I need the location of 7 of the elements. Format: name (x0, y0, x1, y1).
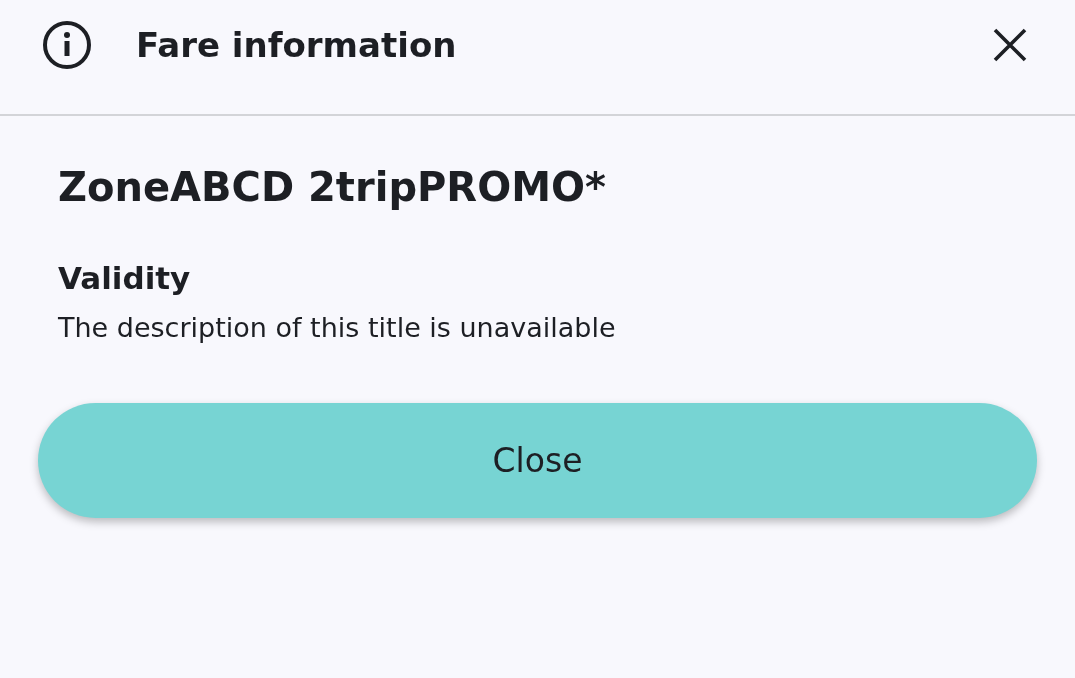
dialog-title: Fare information (136, 25, 458, 65)
section-heading: Validity (58, 260, 192, 296)
fare-name: ZoneABCD 2tripPROMO* (58, 164, 607, 210)
description-text: The description of this title is unavailable (58, 312, 617, 343)
info-icon (42, 20, 92, 70)
close-button[interactable]: Close (38, 403, 1037, 518)
close-icon[interactable] (993, 28, 1027, 62)
